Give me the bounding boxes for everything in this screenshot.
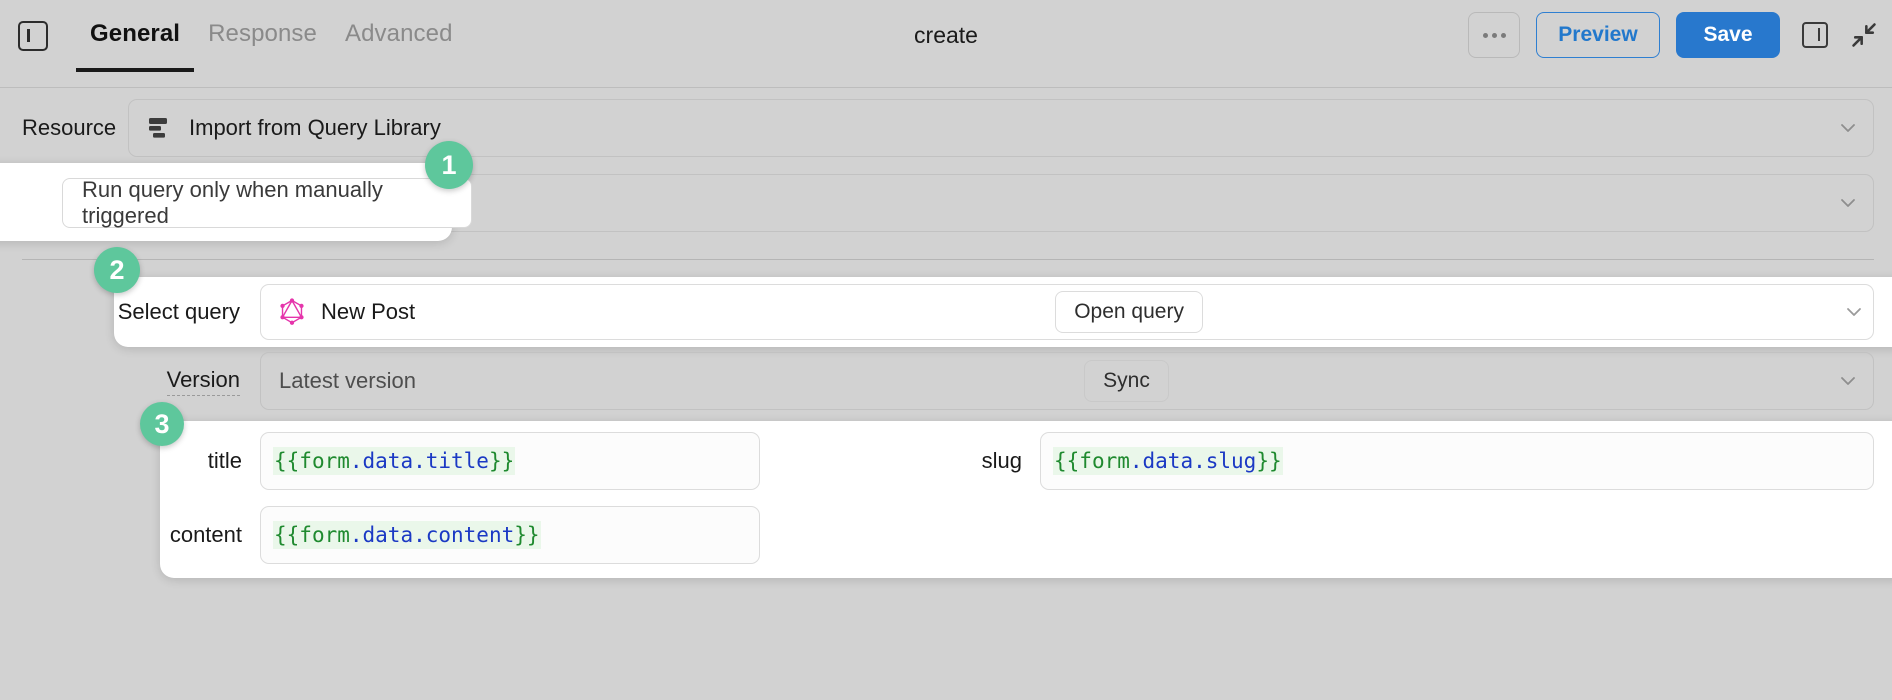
chevron-down-icon[interactable] [1837,192,1859,214]
form-field-slug-input[interactable]: {{form.data.slug}} [1040,432,1874,490]
version-select[interactable]: Latest version Sync [260,352,1874,410]
form-field-content: content {{form.data.content}} [0,506,760,564]
form-field-title-input[interactable]: {{form.data.title}} [260,432,760,490]
open-query-button[interactable]: Open query [1055,291,1203,333]
resource-label: Resource [22,115,117,140]
database-icon [149,118,167,138]
version-label: Version [166,367,240,396]
tab-response[interactable]: Response [194,0,331,72]
version-label-wrap: Version [0,367,260,396]
preview-button-label: Preview [1558,23,1638,46]
select-query-row: Select query New Post Open query [0,279,1892,345]
left-panel-toggle-icon[interactable] [18,21,48,51]
resource-row: Resource Import from Query Library [0,99,1892,157]
right-panel-toggle-icon[interactable] [1802,22,1828,48]
trigger-mode-value: Run query only when manually triggered [82,177,383,228]
preview-button[interactable]: Preview [1536,12,1660,58]
form-field-row: title {{form.data.title}} slug {{form.da… [0,432,1892,490]
select-query-label: Select query [117,299,240,324]
form-field-slug-value: {{form.data.slug}} [1053,447,1283,475]
form-field-title: title {{form.data.title}} [0,432,760,490]
resource-select[interactable]: Import from Query Library [128,99,1874,157]
save-button-label: Save [1703,23,1753,46]
form-field-content-label: content [169,522,242,547]
version-value: Latest version [279,368,416,393]
chevron-down-icon[interactable] [1837,117,1859,139]
trigger-mode-value-box[interactable]: Run query only when manually triggered [62,177,472,228]
form-field-title-label: title [207,448,242,473]
collapse-arrows-icon[interactable] [1850,21,1878,49]
version-row: Version Latest version Sync [0,352,1892,410]
form-field-content-value: {{form.data.content}} [273,521,541,549]
step-badge-2: 2 [94,247,140,293]
tab-response-label: Response [208,20,317,47]
ellipsis-dot-icon [1500,32,1506,38]
save-button[interactable]: Save [1676,12,1780,58]
tab-general-label: General [90,20,181,47]
form-field-slug-label: slug [981,448,1022,473]
form-field-title-value: {{form.data.title}} [273,447,516,475]
select-query-value: New Post [321,299,416,324]
step-badge-3: 3 [140,402,184,446]
tab-general[interactable]: General [76,0,195,72]
sync-button-label: Sync [1103,369,1150,392]
tab-bar: General Response Advanced [76,0,467,72]
section-divider [22,259,1874,260]
open-query-button-label: Open query [1074,300,1184,323]
ellipsis-dot-icon [1491,32,1497,38]
form-field-content-input[interactable]: {{form.data.content}} [260,506,760,564]
form-fields-grid: title {{form.data.title}} slug {{form.da… [0,432,1892,580]
query-editor-root: General Response Advanced create Preview… [0,0,1892,700]
graphql-icon [280,298,304,325]
chevron-down-icon[interactable] [1843,301,1865,323]
resource-value: Import from Query Library [189,115,441,140]
more-options-button[interactable] [1468,12,1520,58]
form-field-row: content {{form.data.content}} [0,506,1892,564]
form-field-slug: slug {{form.data.slug}} [980,432,1892,490]
sync-button[interactable]: Sync [1084,360,1169,402]
chevron-down-icon[interactable] [1837,370,1859,392]
header-bar: General Response Advanced create Preview… [0,0,1892,88]
ellipsis-dot-icon [1482,32,1488,38]
header-actions: Preview Save [1468,12,1878,58]
select-query-select[interactable]: New Post Open query [260,284,1874,340]
tab-advanced-label: Advanced [344,20,453,47]
tab-advanced[interactable]: Advanced [331,0,467,72]
step-badge-1: 1 [425,141,473,189]
header-left-group: General Response Advanced [0,0,467,72]
